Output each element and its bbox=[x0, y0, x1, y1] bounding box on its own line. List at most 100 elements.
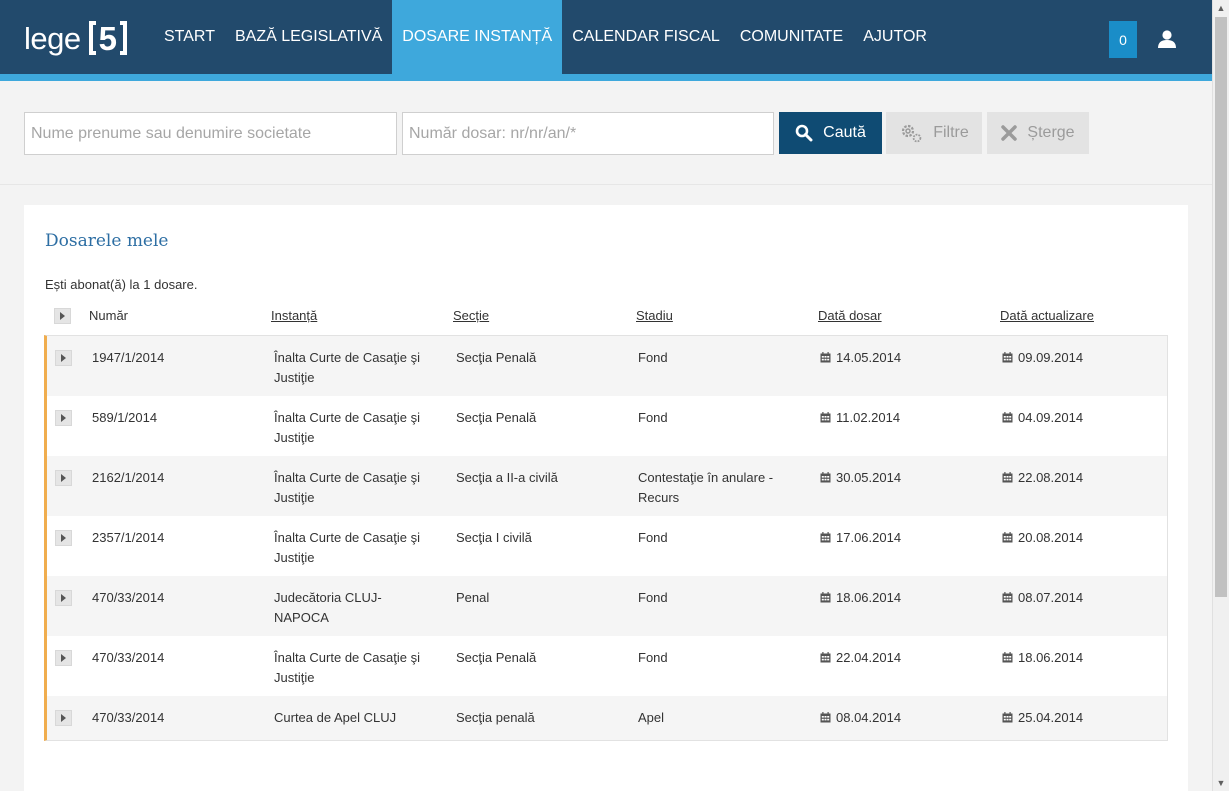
row-expand-toggle[interactable] bbox=[55, 530, 72, 546]
caret-right-icon bbox=[61, 354, 66, 362]
update-date-value: 08.07.2014 bbox=[1018, 590, 1084, 605]
table-row[interactable]: 2162/1/2014 Înalta Curte de Casaţie şi Ju… bbox=[47, 456, 1167, 516]
case-date-value: 11.02.2014 bbox=[836, 410, 901, 425]
cell-stage: Contestaţie în anulare - Recurs bbox=[638, 470, 774, 505]
calendar-icon bbox=[820, 532, 831, 543]
logo-number: 5 bbox=[98, 19, 117, 57]
calendar-icon bbox=[820, 472, 831, 483]
cell-stage: Fond bbox=[638, 530, 668, 545]
calendar-icon bbox=[1002, 412, 1013, 423]
caret-right-icon bbox=[61, 594, 66, 602]
cell-stage: Apel bbox=[638, 710, 665, 725]
name-search-input[interactable] bbox=[24, 112, 397, 155]
table-row[interactable]: 470/33/2014 Înalta Curte de Casaţie şi Ju… bbox=[47, 636, 1167, 696]
page-scrollbar[interactable]: ▲ ▼ bbox=[1212, 0, 1229, 791]
case-number-input[interactable] bbox=[402, 112, 774, 155]
update-date-value: 20.08.2014 bbox=[1018, 530, 1084, 545]
calendar-icon bbox=[1002, 472, 1013, 483]
cell-section: Secţia I civilă bbox=[456, 530, 532, 545]
calendar-icon bbox=[820, 412, 831, 423]
calendar-icon bbox=[1002, 352, 1013, 363]
filter-button[interactable]: Filtre bbox=[886, 112, 982, 154]
col-header-stadiu[interactable]: Stadiu bbox=[636, 308, 673, 323]
nav-ajutor[interactable]: AJUTOR bbox=[853, 0, 937, 74]
page-title: Dosarele mele bbox=[45, 231, 169, 251]
case-date-value: 17.06.2014 bbox=[836, 530, 902, 545]
row-expand-toggle[interactable] bbox=[55, 710, 72, 726]
clear-button[interactable]: Șterge bbox=[987, 112, 1089, 154]
update-date-value: 22.08.2014 bbox=[1018, 470, 1084, 485]
scrollbar-thumb[interactable] bbox=[1215, 17, 1227, 597]
table-row[interactable]: 2357/1/2014 Înalta Curte de Casaţie şi Ju… bbox=[47, 516, 1167, 576]
col-header-sectie[interactable]: Secție bbox=[453, 308, 489, 323]
main-nav: START BAZĂ LEGISLATIVĂ DOSARE INSTANȚĂ C… bbox=[154, 0, 937, 74]
top-header: lege 5 START BAZĂ LEGISLATIVĂ DOSARE INS… bbox=[0, 0, 1212, 81]
user-icon[interactable] bbox=[1157, 29, 1177, 49]
calendar-icon bbox=[1002, 652, 1013, 663]
notification-badge[interactable]: 0 bbox=[1109, 21, 1137, 58]
table-row[interactable]: 470/33/2014 Judecătoria CLUJ-NAPOCA Penal F… bbox=[47, 576, 1167, 636]
col-header-instanta[interactable]: Instanță bbox=[271, 308, 317, 323]
update-date-value: 09.09.2014 bbox=[1018, 350, 1084, 365]
caret-right-icon bbox=[61, 534, 66, 542]
calendar-icon bbox=[820, 352, 831, 363]
calendar-icon bbox=[820, 712, 831, 723]
cell-section: Penal bbox=[456, 590, 490, 605]
nav-start[interactable]: START bbox=[154, 0, 225, 74]
cell-update-date: 20.08.2014 bbox=[1002, 528, 1083, 548]
cell-court: Înalta Curte de Casaţie şi Justiţie bbox=[274, 350, 420, 385]
case-date-value: 30.05.2014 bbox=[836, 470, 902, 485]
nav-comunitate[interactable]: COMUNITATE bbox=[730, 0, 853, 74]
nav-baza-legislativa[interactable]: BAZĂ LEGISLATIVĂ bbox=[225, 0, 392, 74]
cell-case-date: 22.04.2014 bbox=[820, 648, 901, 668]
cell-section: Secţia a II-a civilă bbox=[456, 470, 558, 485]
case-date-value: 08.04.2014 bbox=[836, 710, 902, 725]
cell-case-number: 2162/1/2014 bbox=[92, 470, 165, 485]
cell-update-date: 04.09.2014 bbox=[1002, 408, 1083, 428]
case-date-value: 14.05.2014 bbox=[836, 350, 902, 365]
expand-all-toggle[interactable] bbox=[54, 308, 71, 324]
row-expand-toggle[interactable] bbox=[55, 350, 72, 366]
calendar-icon bbox=[1002, 712, 1013, 723]
col-header-data-dosar[interactable]: Dată dosar bbox=[818, 308, 882, 323]
nav-calendar-fiscal[interactable]: CALENDAR FISCAL bbox=[562, 0, 730, 74]
cell-case-number: 589/1/2014 bbox=[92, 410, 158, 425]
table-row[interactable]: 589/1/2014 Înalta Curte de Casaţie şi Jus… bbox=[47, 396, 1167, 456]
cell-case-date: 14.05.2014 bbox=[820, 348, 901, 368]
row-expand-toggle[interactable] bbox=[55, 590, 72, 606]
search-icon bbox=[795, 124, 813, 142]
scroll-up-arrow-icon[interactable]: ▲ bbox=[1213, 0, 1229, 16]
row-expand-toggle[interactable] bbox=[55, 470, 72, 486]
subscription-info: Ești abonat(ă) la 1 dosare. bbox=[45, 277, 198, 292]
cell-case-date: 30.05.2014 bbox=[820, 468, 901, 488]
search-button-label: Caută bbox=[823, 124, 866, 141]
scroll-down-arrow-icon[interactable]: ▼ bbox=[1213, 775, 1229, 791]
calendar-icon bbox=[820, 592, 831, 603]
update-date-value: 25.04.2014 bbox=[1018, 710, 1084, 725]
row-expand-toggle[interactable] bbox=[55, 650, 72, 666]
cell-court: Înalta Curte de Casaţie şi Justiţie bbox=[274, 530, 420, 565]
nav-dosare-instanta[interactable]: DOSARE INSTANȚĂ bbox=[392, 0, 563, 74]
table-row[interactable]: 470/33/2014 Curtea de Apel CLUJ Secţia pen… bbox=[47, 696, 1167, 740]
header-accent-stripe bbox=[0, 74, 1212, 81]
row-expand-toggle[interactable] bbox=[55, 410, 72, 426]
col-header-data-actualizare[interactable]: Dată actualizare bbox=[1000, 308, 1094, 323]
logo[interactable]: lege 5 bbox=[24, 18, 127, 58]
calendar-icon bbox=[1002, 592, 1013, 603]
table-row[interactable]: 1947/1/2014 Înalta Curte de Casaţie şi Ju… bbox=[47, 336, 1167, 396]
cell-case-number: 470/33/2014 bbox=[92, 590, 165, 605]
my-cases-panel: Dosarele mele Ești abonat(ă) la 1 dosare… bbox=[24, 205, 1188, 791]
cell-section: Secţia Penală bbox=[456, 410, 537, 425]
cell-case-date: 18.06.2014 bbox=[820, 588, 901, 608]
calendar-icon bbox=[1002, 532, 1013, 543]
cell-stage: Fond bbox=[638, 410, 668, 425]
cell-update-date: 22.08.2014 bbox=[1002, 468, 1083, 488]
cell-case-number: 2357/1/2014 bbox=[92, 530, 165, 545]
cell-case-number: 470/33/2014 bbox=[92, 710, 165, 725]
cell-update-date: 09.09.2014 bbox=[1002, 348, 1083, 368]
caret-right-icon bbox=[61, 714, 66, 722]
gears-icon bbox=[902, 124, 922, 143]
caret-right-icon bbox=[61, 654, 66, 662]
cell-section: Secţia Penală bbox=[456, 350, 537, 365]
search-button[interactable]: Caută bbox=[779, 112, 882, 154]
